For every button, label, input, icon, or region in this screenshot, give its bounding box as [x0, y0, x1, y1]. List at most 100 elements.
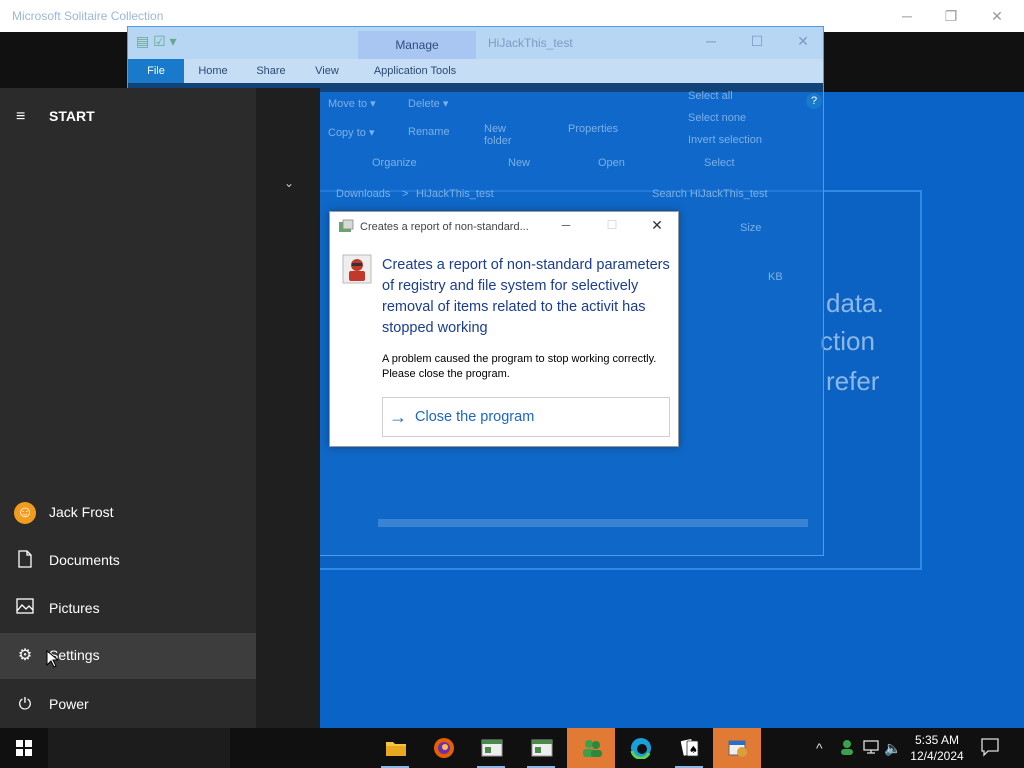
- taskbar: ♠ ^ 🔈 5:35 AM 12/4/2024: [0, 728, 1024, 768]
- taskbar-file-explorer[interactable]: [371, 728, 419, 768]
- solitaire-text-line-3: refer: [826, 366, 880, 396]
- hijackthis-app-icon: [342, 254, 372, 284]
- breadcrumb-downloads[interactable]: Downloads: [336, 188, 390, 200]
- tray-user-icon[interactable]: [838, 738, 856, 759]
- tray-overflow-chevron-icon[interactable]: ^: [816, 740, 823, 756]
- start-item-power[interactable]: ⏻ Power: [0, 682, 256, 728]
- tab-home[interactable]: Home: [188, 59, 238, 83]
- dialog-maximize-button: ☐: [606, 218, 618, 232]
- ribbon-tabs: File Home Share View Application Tools ?: [128, 59, 823, 109]
- dialog-title: Creates a report of non-standard...: [360, 221, 529, 233]
- arrow-right-icon: →: [389, 407, 407, 427]
- taskbar-hijackthis-users[interactable]: [567, 728, 615, 768]
- network-icon[interactable]: [862, 739, 880, 758]
- dialog-minimize-button[interactable]: ─: [556, 218, 576, 236]
- clock-time: 5:35 AM: [914, 733, 960, 747]
- edge-icon: [630, 738, 651, 759]
- taskbar-edge[interactable]: [616, 728, 664, 768]
- start-item-pictures[interactable]: Pictures: [0, 586, 256, 632]
- properties-button[interactable]: Properties: [568, 123, 618, 135]
- new-folder-button[interactable]: New folder: [484, 123, 524, 147]
- power-label: Power: [49, 696, 89, 712]
- tab-share[interactable]: Share: [246, 59, 296, 83]
- start-button[interactable]: [0, 728, 48, 768]
- start-menu-sidebar: [0, 88, 256, 728]
- volume-icon[interactable]: 🔈: [884, 740, 901, 757]
- start-header[interactable]: ≡ START: [0, 100, 256, 132]
- app-window-icon: [481, 739, 503, 757]
- taskbar-search-area[interactable]: [48, 728, 230, 768]
- taskbar-hijackthis[interactable]: [713, 728, 761, 768]
- taskbar-solitaire[interactable]: ♠: [665, 728, 713, 768]
- invert-selection-button[interactable]: Invert selection: [688, 134, 762, 146]
- mouse-cursor-icon: [46, 650, 58, 668]
- tab-application-tools[interactable]: Application Tools: [360, 59, 470, 83]
- user-avatar-icon: ☺: [14, 502, 36, 524]
- file-explorer-icon: [386, 742, 406, 756]
- help-icon[interactable]: ?: [806, 93, 822, 109]
- app-window-icon: [531, 739, 553, 757]
- search-input[interactable]: Search HiJackThis_test: [652, 188, 768, 200]
- documents-label: Documents: [49, 552, 120, 568]
- firefox-icon: [434, 738, 454, 758]
- solitaire-text-line-2: ction: [820, 326, 875, 356]
- close-program-label: Close the program: [415, 409, 535, 425]
- taskbar-app-2[interactable]: [517, 728, 565, 768]
- address-bar[interactable]: Downloads > HiJackThis_test Search HiJac…: [328, 184, 818, 208]
- file-size-cell: KB: [768, 271, 783, 283]
- solitaire-minimize-button[interactable]: ─: [892, 8, 922, 26]
- clock-date: 12/4/2024: [910, 749, 964, 763]
- explorer-close-button[interactable]: ✕: [788, 33, 818, 53]
- copy-to-button[interactable]: Copy to ▾: [328, 126, 375, 139]
- dialog-close-button[interactable]: ✕: [646, 217, 668, 237]
- pictures-icon: [14, 598, 36, 620]
- breadcrumb-folder[interactable]: HiJackThis_test: [416, 188, 494, 200]
- svg-text:♠: ♠: [689, 745, 698, 756]
- close-program-button[interactable]: → Close the program: [382, 397, 670, 437]
- start-item-settings[interactable]: ⚙ Settings: [0, 633, 256, 679]
- group-organize-label: Organize: [372, 157, 417, 169]
- solitaire-title: Microsoft Solitaire Collection: [12, 9, 164, 23]
- power-icon: ⏻: [18, 696, 32, 713]
- hamburger-menu-icon[interactable]: ≡: [16, 108, 25, 126]
- dialog-titlebar: Creates a report of non-standard... ─ ☐ …: [330, 212, 678, 242]
- column-size-header[interactable]: Size: [740, 222, 761, 234]
- dialog-message: A problem caused the program to stop wor…: [382, 353, 657, 380]
- explorer-maximize-button[interactable]: ☐: [742, 33, 772, 53]
- group-open-label: Open: [598, 157, 625, 169]
- tab-manage[interactable]: Manage: [358, 31, 476, 59]
- taskbar-clock[interactable]: 5:35 AM 12/4/2024: [906, 732, 968, 764]
- quick-access-toolbar-icon[interactable]: ▤ ☑ ▾: [136, 33, 177, 50]
- start-label: START: [49, 108, 95, 124]
- select-none-button[interactable]: Select none: [688, 112, 746, 124]
- solitaire-icon: ♠: [680, 739, 699, 757]
- gear-icon: ⚙: [17, 647, 33, 664]
- start-item-documents[interactable]: Documents: [0, 538, 256, 584]
- select-all-button[interactable]: Select all: [688, 90, 733, 102]
- rename-button[interactable]: Rename: [408, 126, 450, 138]
- action-center-icon[interactable]: [980, 737, 1002, 759]
- delete-button[interactable]: Delete ▾: [408, 97, 448, 110]
- horizontal-scrollbar[interactable]: [378, 519, 808, 527]
- explorer-titlebar: ▤ ☑ ▾ Manage HiJackThis_test ─ ☐ ✕: [128, 27, 823, 59]
- start-item-user[interactable]: ☺ Jack Frost: [0, 490, 256, 536]
- taskbar-app-1[interactable]: [467, 728, 515, 768]
- tab-file[interactable]: File: [128, 59, 184, 83]
- start-menu: ≡ START ⌄ ☺ Jack Frost Documents Picture…: [0, 88, 320, 728]
- explorer-minimize-button[interactable]: ─: [696, 33, 726, 53]
- move-to-button[interactable]: Move to ▾: [328, 97, 376, 110]
- app-small-icon: [338, 219, 354, 235]
- dialog-heading: Creates a report of non-standard paramet…: [382, 257, 670, 336]
- tab-view[interactable]: View: [304, 59, 350, 83]
- explorer-title: HiJackThis_test: [488, 36, 573, 50]
- pictures-label: Pictures: [49, 600, 100, 616]
- chevron-down-icon[interactable]: ⌄: [284, 176, 294, 190]
- solitaire-restore-button[interactable]: ❐: [936, 8, 966, 26]
- group-new-label: New: [508, 157, 531, 169]
- group-select-label: Select: [704, 157, 735, 169]
- solitaire-text-line-1: data.: [826, 288, 884, 318]
- taskbar-firefox[interactable]: [419, 728, 467, 768]
- hijackthis-icon: [728, 740, 747, 757]
- solitaire-close-button[interactable]: ✕: [982, 8, 1012, 26]
- breadcrumb-separator: >: [402, 188, 409, 200]
